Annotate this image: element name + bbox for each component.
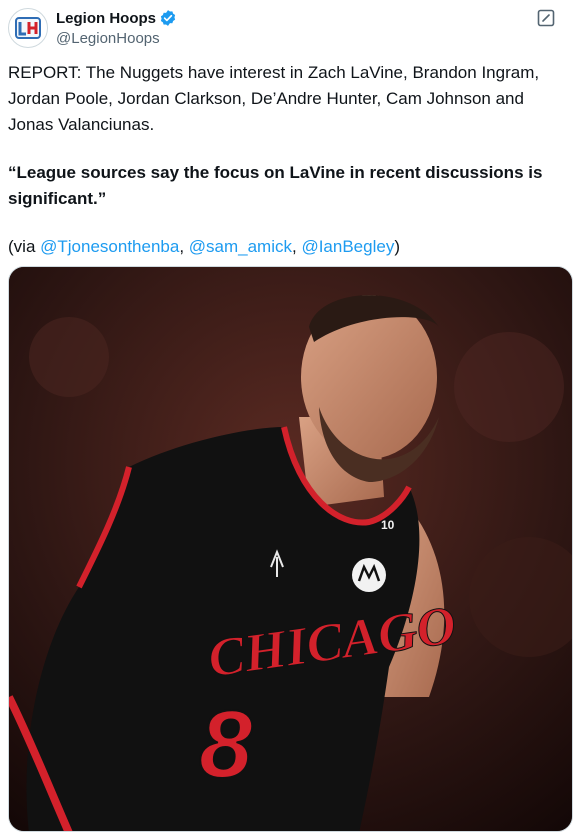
tweet-text: REPORT: The Nuggets have interest in Zac…: [8, 60, 564, 260]
tweet-media-photo[interactable]: 10 CHICAGO 8: [8, 266, 573, 832]
player-photo: 10 CHICAGO 8: [9, 267, 572, 831]
handle[interactable]: @LegionHoops: [56, 29, 177, 49]
tweet-body: REPORT: The Nuggets have interest in Zac…: [8, 63, 540, 134]
mention-ianbegley[interactable]: @IanBegley: [301, 237, 394, 256]
edit-icon[interactable]: [536, 8, 556, 28]
tweet-quote: “League sources say the focus on LaVine …: [8, 163, 543, 208]
jersey-number: 8: [199, 691, 253, 798]
tweet-header: Legion Hoops @LegionHoops: [0, 0, 578, 56]
via-suffix: ): [394, 237, 400, 256]
avatar[interactable]: [8, 8, 48, 48]
strap-number: 10: [381, 518, 395, 532]
display-name[interactable]: Legion Hoops: [56, 10, 156, 27]
legion-hoops-logo-icon: [15, 17, 41, 39]
separator: ,: [179, 237, 189, 256]
mention-tjonesonthenba[interactable]: @Tjonesonthenba: [40, 237, 179, 256]
verified-badge-icon: [160, 10, 176, 26]
mention-sam-amick[interactable]: @sam_amick: [189, 237, 292, 256]
via-prefix: (via: [8, 237, 41, 256]
tweet-via: (via @Tjonesonthenba, @sam_amick, @IanBe…: [8, 234, 564, 260]
